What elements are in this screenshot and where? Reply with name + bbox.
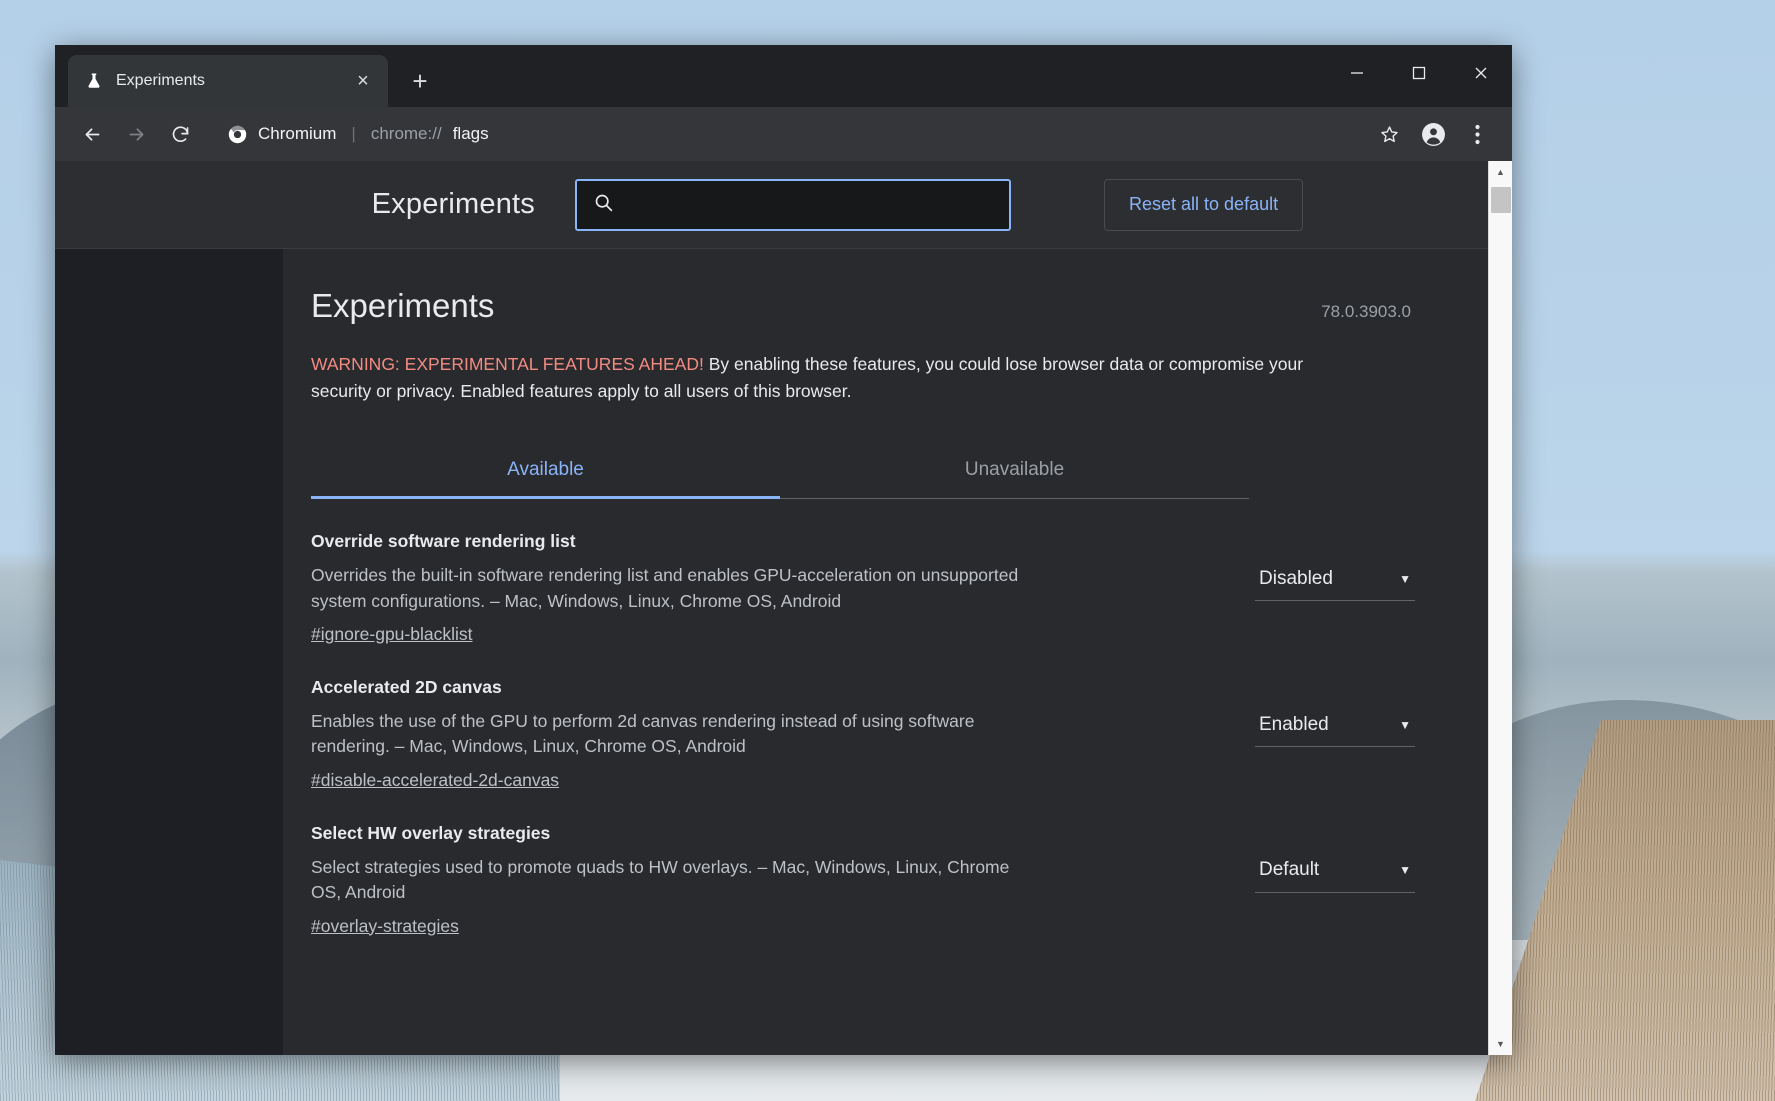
- browser-window: Experiments × + Chromium | chrome:// fla…: [55, 45, 1512, 1055]
- scroll-down-arrow[interactable]: ▼: [1489, 1033, 1513, 1055]
- page-scrollbar[interactable]: ▲ ▼: [1488, 161, 1512, 1055]
- search-box[interactable]: [575, 178, 1011, 231]
- experiment-select-wrap: Default ▼: [1255, 823, 1415, 893]
- page-viewport: Experiments Reset all to default Experim…: [55, 161, 1512, 1055]
- flags-body: Experiments 78.0.3903.0 WARNING: EXPERIM…: [55, 249, 1488, 1055]
- forward-icon[interactable]: [117, 115, 155, 153]
- omnibox-url-host: flags: [452, 124, 489, 143]
- chevron-down-icon: ▼: [1399, 571, 1411, 586]
- scroll-up-arrow[interactable]: ▲: [1489, 161, 1513, 183]
- experiment-info: Override software rendering list Overrid…: [311, 531, 1041, 645]
- experiment-permalink[interactable]: #ignore-gpu-blacklist: [311, 624, 472, 645]
- search-icon: [593, 192, 614, 218]
- back-icon[interactable]: [73, 115, 111, 153]
- experiment-description: Enables the use of the GPU to perform 2d…: [311, 711, 975, 757]
- experiment-state-value: Default: [1259, 859, 1320, 881]
- version-label: 78.0.3903.0: [1321, 302, 1411, 321]
- star-icon[interactable]: [1368, 113, 1410, 155]
- experiment-permalink[interactable]: #overlay-strategies: [311, 916, 459, 937]
- flags-content: Experiments 78.0.3903.0 WARNING: EXPERIM…: [283, 249, 1488, 1055]
- chevron-down-icon: ▼: [1399, 717, 1411, 732]
- experiment-state-value: Enabled: [1259, 713, 1329, 735]
- experiment-description: Overrides the built-in software renderin…: [311, 565, 1019, 611]
- flags-header-title: Experiments: [371, 188, 535, 220]
- flask-icon: [84, 71, 104, 91]
- experiment-name: Accelerated 2D canvas: [311, 677, 502, 697]
- tab-strip: Experiments × +: [55, 45, 1512, 107]
- close-button[interactable]: [1450, 45, 1512, 101]
- flags-page: Experiments Reset all to default Experim…: [55, 161, 1488, 1055]
- warning-strong-text: WARNING: EXPERIMENTAL FEATURES AHEAD!: [311, 354, 704, 374]
- flags-sticky-header: Experiments Reset all to default: [55, 161, 1488, 249]
- address-bar[interactable]: Chromium | chrome:// flags: [205, 115, 1362, 153]
- left-gutter: [55, 249, 283, 1055]
- experiment-info: Select HW overlay strategies Select stra…: [311, 823, 1041, 937]
- experiment-description: Select strategies used to promote quads …: [311, 856, 1010, 903]
- experiment-permalink[interactable]: #disable-accelerated-2d-canvas: [311, 770, 559, 791]
- experiment-select-wrap: Enabled ▼: [1255, 677, 1415, 747]
- experiment-state-select[interactable]: Default ▼: [1255, 855, 1415, 893]
- tab-unavailable[interactable]: Unavailable: [780, 445, 1249, 498]
- omnibox-separator: |: [351, 124, 356, 143]
- experiment-state-select[interactable]: Disabled ▼: [1255, 563, 1415, 602]
- experiment-name: Override software rendering list: [311, 531, 576, 552]
- reset-all-to-default-button[interactable]: Reset all to default: [1104, 178, 1304, 231]
- experiment-name: Select HW overlay strategies: [311, 822, 551, 843]
- maximize-button[interactable]: [1388, 45, 1450, 101]
- scrollbar-track[interactable]: [1489, 183, 1512, 1033]
- browser-toolbar: Chromium | chrome:// flags: [55, 107, 1512, 161]
- tab-title: Experiments: [116, 72, 205, 89]
- experiment-state-value: Disabled: [1259, 567, 1333, 589]
- omnibox-brand-label: Chromium: [258, 124, 337, 143]
- browser-tab-experiments[interactable]: Experiments ×: [68, 55, 388, 107]
- toolbar-actions: [1368, 113, 1498, 155]
- experiment-row: Select HW overlay strategies Select stra…: [311, 791, 1471, 937]
- account-icon[interactable]: [1412, 113, 1454, 155]
- three-dot-menu-icon[interactable]: [1456, 113, 1498, 155]
- scrollbar-thumb[interactable]: [1491, 187, 1511, 213]
- experiment-info: Accelerated 2D canvas Enables the use of…: [311, 677, 1041, 791]
- page-title-row: Experiments 78.0.3903.0: [311, 287, 1471, 325]
- minimize-button[interactable]: [1326, 45, 1388, 101]
- window-controls: [1326, 45, 1512, 101]
- experiment-select-wrap: Disabled ▼: [1255, 531, 1415, 602]
- desktop-wallpaper: Experiments × + Chromium | chrome:// fla…: [0, 0, 1775, 1101]
- page-title: Experiments: [311, 287, 495, 324]
- chromium-logo-icon: [227, 124, 247, 144]
- flags-tabs: Available Unavailable: [311, 445, 1249, 500]
- omnibox-url-scheme: chrome://: [370, 124, 442, 143]
- experiment-row: Override software rendering list Overrid…: [311, 499, 1471, 645]
- search-input[interactable]: [628, 195, 993, 214]
- reload-icon[interactable]: [161, 115, 199, 153]
- chevron-down-icon: ▼: [1399, 863, 1411, 878]
- experiment-row: Accelerated 2D canvas Enables the use of…: [311, 645, 1471, 791]
- warning-banner: WARNING: EXPERIMENTAL FEATURES AHEAD! By…: [311, 351, 1471, 405]
- close-tab-icon[interactable]: ×: [350, 68, 376, 94]
- tab-available[interactable]: Available: [311, 445, 780, 500]
- experiment-state-select[interactable]: Enabled ▼: [1255, 709, 1415, 747]
- new-tab-button[interactable]: +: [402, 63, 438, 99]
